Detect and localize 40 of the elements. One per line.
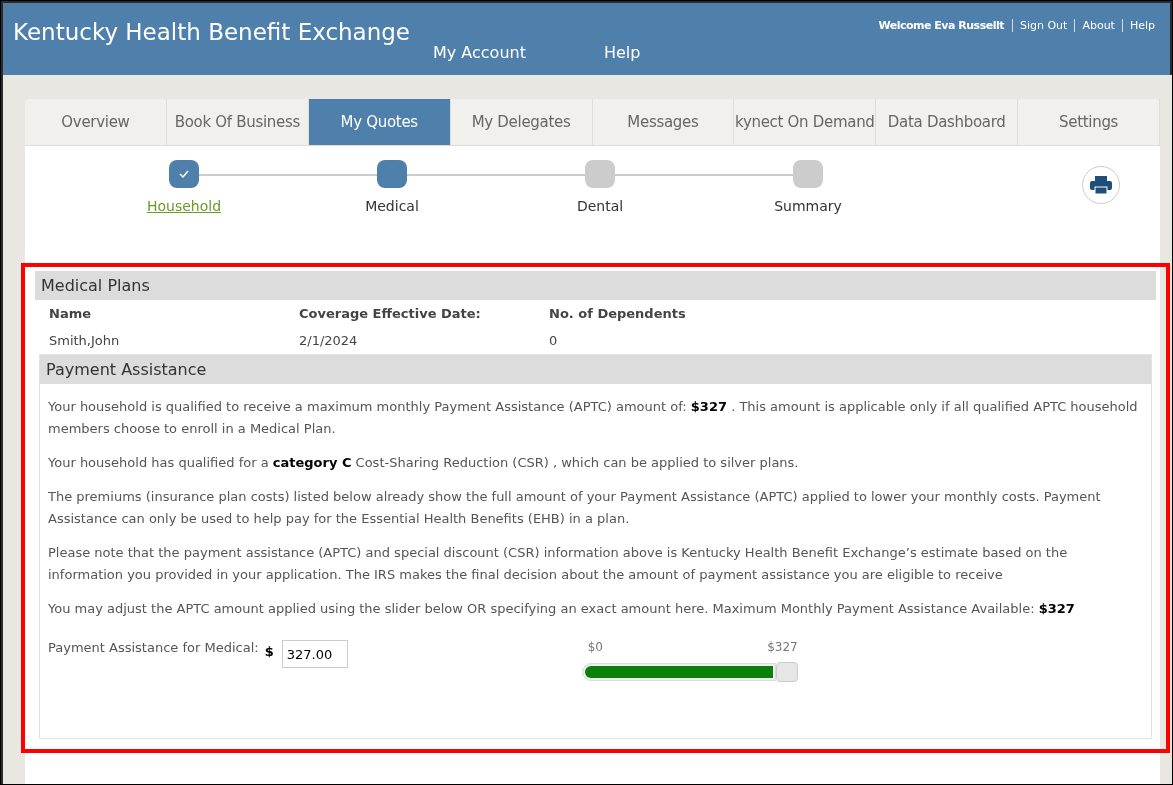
column-heading: No. of Dependents (549, 306, 687, 321)
top-link[interactable]: Help (1121, 19, 1162, 32)
tab[interactable]: Book Of Business (166, 99, 309, 145)
nav-link[interactable]: Help (603, 43, 641, 75)
column-heading: Name (49, 306, 92, 321)
tab[interactable]: Settings (1018, 99, 1160, 145)
table-cell-text: 0 (549, 333, 559, 348)
tab[interactable]: My Delegates (450, 99, 593, 145)
top-link[interactable]: About (1074, 19, 1122, 32)
amount-field[interactable]: 327.00 (281, 640, 348, 668)
section-heading: Payment Assistance (40, 355, 1151, 384)
step-label: Medical (365, 198, 419, 214)
tab[interactable]: kynect On Demand (734, 99, 877, 145)
slider-max-label: $327 (767, 640, 798, 654)
welcome-text: Welcome Eva Russellt (878, 19, 1006, 32)
step-link[interactable]: Household (146, 198, 222, 214)
site-title: Kentucky Health Benefit Exchange (13, 18, 412, 47)
paragraph: Please note that the payment assistance (APTC) and special discount (CSR) information above is Kentucky Health Benefit Exchange’s estimate based on the information you provided in your application. The IRS makes the final decision about the amount of payment assistance you are eligible to receive (47, 544, 1069, 584)
tab[interactable]: My Quotes (308, 99, 451, 145)
table-cell-text: 2/1/2024 (299, 333, 359, 348)
slider-min-label: $0 (587, 640, 603, 654)
paragraph: The premiums (insurance plan costs) listed below already show the full amount of your Payment Assistance (APTC) applied to lower your monthly costs. Payment Assistance can only be used to help pay for the Essential Health Benefits (EHB) in a plan. (47, 488, 1102, 528)
tab[interactable]: Data Dashboard (876, 99, 1019, 145)
printer-icon (1089, 175, 1113, 195)
tab[interactable]: Overview (25, 99, 167, 145)
top-link[interactable]: Sign Out (1011, 19, 1075, 32)
paragraph: Your household is qualified to receive a maximum monthly Payment Assistance (APTC) amount of: $327 . This amount is applicable only if all qualified APTC household members choose to enroll in a Medical Plan. (47, 398, 1139, 438)
currency-symbol: $ (264, 644, 274, 659)
column-heading: Coverage Effective Date: (299, 306, 482, 321)
table-cell-text: Smith,John (49, 333, 121, 348)
paragraph: You may adjust the APTC amount applied using the slider below OR specifying an exact amount here. Maximum Monthly Payment Assistance Available: $327 (47, 600, 1076, 618)
step-label: Summary (774, 198, 842, 214)
section-heading: Medical Plans (35, 271, 1156, 300)
paragraph: Your household has qualified for a category C Cost-Sharing Reduction (CSR) , which can be applied to silver plans. (47, 454, 800, 472)
nav-link[interactable]: My Account (433, 43, 526, 75)
slider-thumb[interactable] (775, 662, 798, 682)
tab[interactable]: Messages (592, 99, 735, 145)
check-icon (179, 169, 189, 179)
step-label: Dental (576, 198, 624, 214)
field-label: Payment Assistance for Medical: (48, 640, 259, 655)
